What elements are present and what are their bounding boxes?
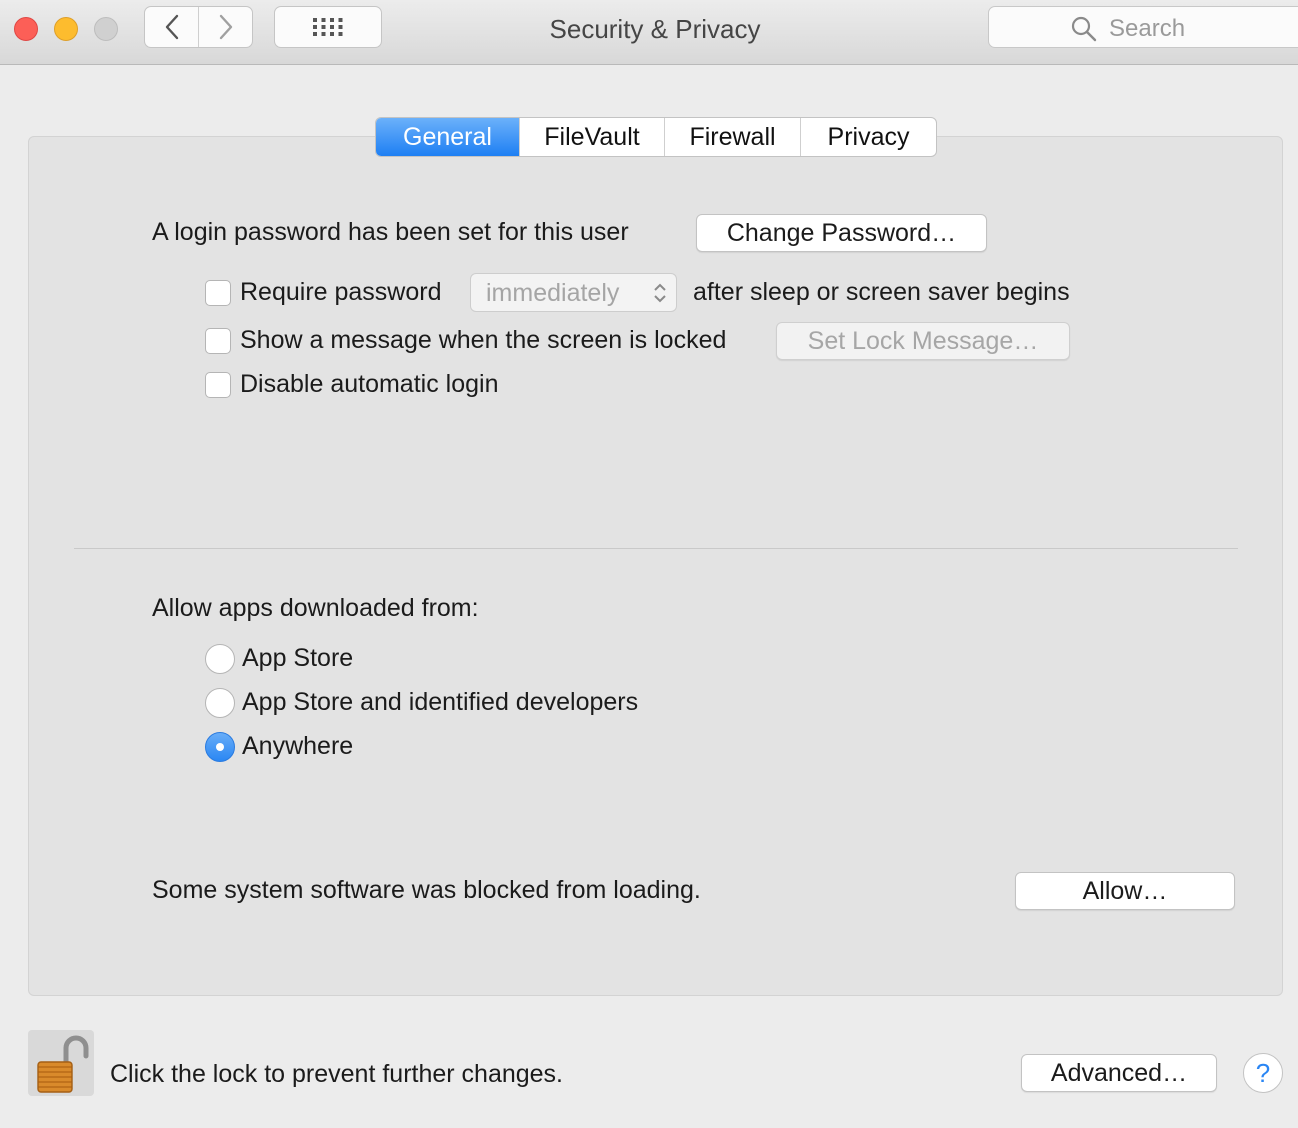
disable-auto-login-checkbox[interactable] [205,372,231,398]
allow-button[interactable]: Allow… [1015,872,1235,910]
show-message-checkbox[interactable] [205,328,231,354]
radio-identified-developers-label: App Store and identified developers [242,688,639,716]
search-field[interactable]: Search [988,6,1298,48]
tab-privacy[interactable]: Privacy [800,118,936,156]
tab-filevault[interactable]: FileVault [519,118,664,156]
advanced-button[interactable]: Advanced… [1021,1054,1217,1092]
radio-anywhere[interactable] [205,732,235,762]
title-bar: Security & Privacy Search [0,0,1298,65]
radio-app-store[interactable] [205,644,235,674]
content-panel [28,136,1283,996]
lock-status-text: Click the lock to prevent further change… [110,1060,564,1088]
help-button[interactable]: ? [1243,1053,1283,1093]
up-down-chevron-icon [654,283,666,303]
blocked-software-text: Some system software was blocked from lo… [152,876,701,904]
lock-button[interactable] [28,1030,94,1096]
section-divider [74,548,1238,549]
radio-app-store-label: App Store [242,644,354,672]
after-sleep-label: after sleep or screen saver begins [693,278,1070,306]
radio-anywhere-label: Anywhere [242,732,354,760]
allow-apps-heading: Allow apps downloaded from: [152,594,479,622]
login-password-status: A login password has been set for this u… [152,218,629,246]
tab-general[interactable]: General [376,118,519,156]
tab-bar: General FileVault Firewall Privacy [375,117,937,157]
tab-firewall[interactable]: Firewall [664,118,800,156]
require-password-delay-value: immediately [486,279,620,307]
set-lock-message-button[interactable]: Set Lock Message… [776,322,1070,360]
radio-identified-developers[interactable] [205,688,235,718]
require-password-checkbox[interactable] [205,280,231,306]
search-icon [1071,16,1097,42]
disable-auto-login-label: Disable automatic login [240,370,499,398]
require-password-delay-select[interactable]: immediately [470,273,677,312]
search-placeholder: Search [1109,15,1186,42]
show-message-label: Show a message when the screen is locked [240,326,727,354]
require-password-label: Require password [240,278,442,306]
change-password-button[interactable]: Change Password… [696,214,987,252]
help-icon: ? [1255,1057,1271,1088]
unlocked-padlock-icon [28,1030,94,1096]
